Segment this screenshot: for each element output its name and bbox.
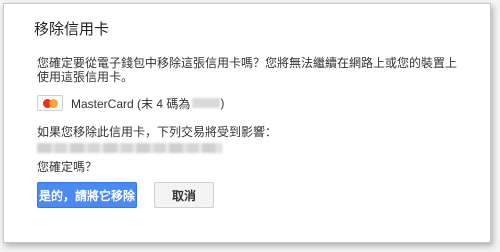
redacted-transaction-line [37,143,222,153]
remove-card-dialog: 移除信用卡 您確定要從電子錢包中移除這張信用卡嗎？您將無法繼續在網路上或您的裝置… [3,3,491,243]
dialog-title: 移除信用卡 [34,21,110,38]
redacted-card-digits [192,98,221,108]
cancel-button[interactable]: 取消 [154,182,214,208]
dialog-description: 您確定要從電子錢包中移除這張信用卡嗎？您將無法繼續在網路上或您的裝置上使用這張信… [37,56,458,84]
confirm-question: 您確定嗎？ [37,160,98,174]
affected-transactions-text: 如果您移除此信用卡，下列交易將受到影響： [37,125,278,139]
confirm-remove-button[interactable]: 是的，請將它移除 [37,182,137,208]
mastercard-logo-icon [37,95,63,111]
card-label: MasterCard (末 4 碼為 [71,96,191,111]
card-label-close: ) [220,96,225,110]
card-info-row: MasterCard (末 4 碼為 ) [37,93,224,113]
